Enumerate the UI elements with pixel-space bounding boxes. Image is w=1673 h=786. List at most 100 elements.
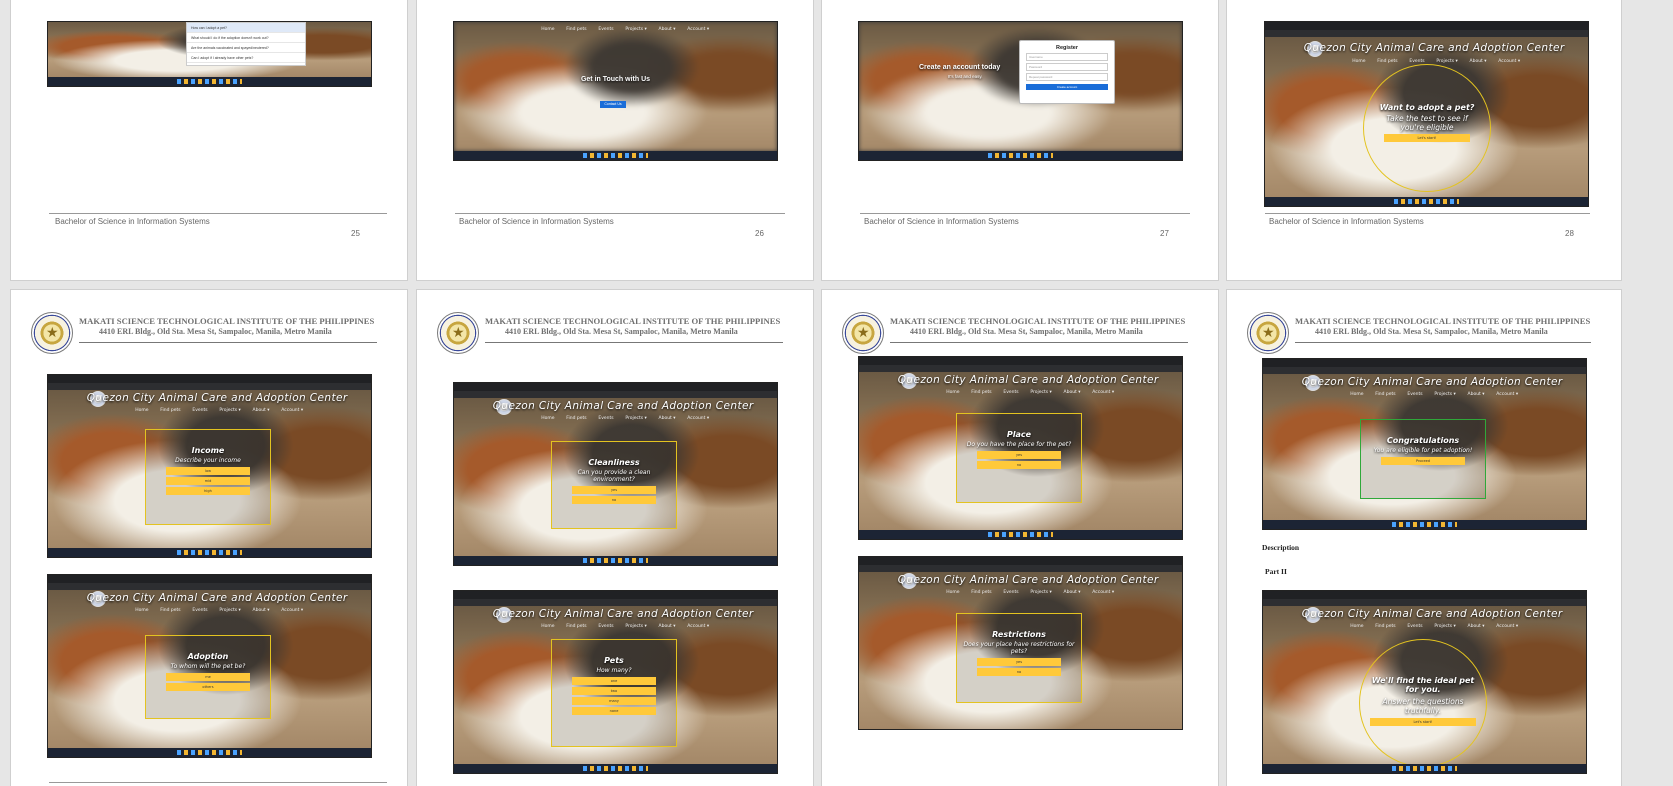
answer-button[interactable]: many: [571, 697, 657, 705]
faq-item[interactable]: Can I adopt if I already have other pets…: [187, 53, 305, 63]
institution-name: MAKATI SCIENCE TECHNOLOGICAL INSTITUTE O…: [1295, 316, 1591, 326]
nav-item[interactable]: Home: [541, 624, 554, 629]
institution-header: ★ MAKATI SCIENCE TECHNOLOGICAL INSTITUTE…: [31, 312, 377, 354]
institution-seal-icon: ★: [1247, 312, 1289, 354]
answer-button[interactable]: no: [976, 668, 1062, 676]
nav-item[interactable]: About ▾: [1468, 624, 1485, 629]
nav-item[interactable]: Projects ▾: [625, 624, 646, 629]
nav-item[interactable]: Find pets: [160, 608, 180, 613]
nav-item[interactable]: Projects ▾: [1030, 590, 1051, 595]
nav-item[interactable]: Find pets: [1375, 624, 1395, 629]
nav-item[interactable]: Account ▾: [281, 408, 303, 413]
nav-item[interactable]: Events: [598, 27, 613, 32]
nav-item[interactable]: About ▾: [253, 408, 270, 413]
nav-item[interactable]: Events: [598, 416, 613, 421]
nav-item[interactable]: About ▾: [659, 416, 676, 421]
site-title: Quezon City Animal Care and Adoption Cen…: [492, 608, 754, 620]
answer-button[interactable]: no: [571, 496, 657, 504]
nav-item[interactable]: Home: [946, 390, 959, 395]
nav-item[interactable]: Events: [192, 608, 207, 613]
answer-button[interactable]: yes: [976, 451, 1062, 459]
faq-item[interactable]: How can I adopt a pet?: [187, 23, 305, 33]
nav-item[interactable]: Home: [946, 590, 959, 595]
nav-item[interactable]: Account ▾: [1496, 624, 1518, 629]
create-account-button[interactable]: Create account: [1026, 84, 1108, 90]
screenshot-pets: Quezon City Animal Care and Adoption Cen…: [453, 590, 778, 774]
nav-item[interactable]: Account ▾: [687, 27, 709, 32]
nav-item[interactable]: About ▾: [659, 624, 676, 629]
answer-button[interactable]: me: [165, 673, 251, 681]
nav-item[interactable]: Home: [541, 27, 554, 32]
nav-item[interactable]: Events: [598, 624, 613, 629]
answer-button[interactable]: others: [165, 683, 251, 691]
footer-rule: [455, 213, 785, 214]
answer-button[interactable]: yes: [571, 486, 657, 494]
answer-button[interactable]: yes: [976, 658, 1062, 666]
question-subtitle: To whom will the pet be?: [170, 663, 246, 670]
answer-button[interactable]: no: [976, 461, 1062, 469]
nav-item[interactable]: Account ▾: [687, 416, 709, 421]
nav-item[interactable]: Projects ▾: [219, 408, 240, 413]
username-field[interactable]: Username: [1026, 53, 1108, 61]
nav-item[interactable]: Find pets: [160, 408, 180, 413]
question-box-pets: Pets How many? one two many none: [551, 639, 677, 747]
proceed-button[interactable]: Proceed: [1380, 457, 1466, 465]
nav-item[interactable]: Find pets: [971, 590, 991, 595]
repeat-password-field[interactable]: Repeat password: [1026, 73, 1108, 81]
screenshot-congratulations: Quezon City Animal Care and Adoption Cen…: [1262, 358, 1587, 530]
nav-item[interactable]: Account ▾: [281, 608, 303, 613]
footer-rule: [49, 213, 387, 214]
nav-item[interactable]: Events: [1407, 392, 1422, 397]
nav-item[interactable]: Find pets: [566, 27, 586, 32]
answer-button[interactable]: one: [571, 677, 657, 685]
nav-item[interactable]: Home: [135, 408, 148, 413]
answer-button[interactable]: mid: [165, 477, 251, 485]
nav-item[interactable]: About ▾: [253, 608, 270, 613]
nav-item[interactable]: Find pets: [1375, 392, 1395, 397]
contact-button[interactable]: Contact Us: [600, 101, 626, 108]
nav-item[interactable]: Find pets: [566, 416, 586, 421]
nav-item[interactable]: Projects ▾: [1434, 624, 1455, 629]
faq-item[interactable]: What should I do if the adoption doesn't…: [187, 33, 305, 43]
answer-button[interactable]: none: [571, 707, 657, 715]
nav-item[interactable]: Projects ▾: [625, 27, 646, 32]
nav-item[interactable]: Projects ▾: [1030, 390, 1051, 395]
nav-item[interactable]: Home: [1352, 59, 1365, 64]
answer-button[interactable]: low: [165, 467, 251, 475]
institution-address: 4410 ERL Bldg., Old Sta. Mesa St, Sampal…: [910, 327, 1143, 336]
lets-start-button[interactable]: Let's start!: [1384, 134, 1470, 142]
question-title: Income: [191, 446, 225, 455]
nav-item[interactable]: Find pets: [1377, 59, 1397, 64]
nav-item[interactable]: Home: [541, 416, 554, 421]
nav-item[interactable]: About ▾: [1470, 59, 1487, 64]
question-subtitle: Can you provide a clean environment?: [577, 469, 651, 483]
lets-start-button[interactable]: Let's start!: [1370, 718, 1476, 726]
answer-button[interactable]: two: [571, 687, 657, 695]
nav-item[interactable]: Events: [1003, 590, 1018, 595]
nav-item[interactable]: Home: [1350, 624, 1363, 629]
nav-item[interactable]: Account ▾: [1496, 392, 1518, 397]
question-title: Place: [1006, 430, 1032, 439]
password-field[interactable]: Password: [1026, 63, 1108, 71]
nav-item[interactable]: Account ▾: [1498, 59, 1520, 64]
nav-item[interactable]: Events: [1407, 624, 1422, 629]
nav-item[interactable]: Find pets: [566, 624, 586, 629]
nav-item[interactable]: About ▾: [1468, 392, 1485, 397]
nav-item[interactable]: Events: [192, 408, 207, 413]
nav-item[interactable]: Account ▾: [1092, 390, 1114, 395]
nav-item[interactable]: About ▾: [659, 27, 676, 32]
nav-item[interactable]: Events: [1003, 390, 1018, 395]
nav-item[interactable]: Account ▾: [1092, 590, 1114, 595]
nav-item[interactable]: Find pets: [971, 390, 991, 395]
nav-item[interactable]: Projects ▾: [1434, 392, 1455, 397]
nav-item[interactable]: About ▾: [1064, 590, 1081, 595]
nav-item[interactable]: Projects ▾: [219, 608, 240, 613]
nav-item[interactable]: Projects ▾: [625, 416, 646, 421]
faq-item[interactable]: Are the animals vaccinated and spayed/ne…: [187, 43, 305, 53]
nav-item[interactable]: Home: [1350, 392, 1363, 397]
nav-item[interactable]: Account ▾: [687, 624, 709, 629]
answer-button[interactable]: high: [165, 487, 251, 495]
nav-item[interactable]: About ▾: [1064, 390, 1081, 395]
nav-item[interactable]: Home: [135, 608, 148, 613]
nav-item[interactable]: Projects ▾: [1436, 59, 1457, 64]
